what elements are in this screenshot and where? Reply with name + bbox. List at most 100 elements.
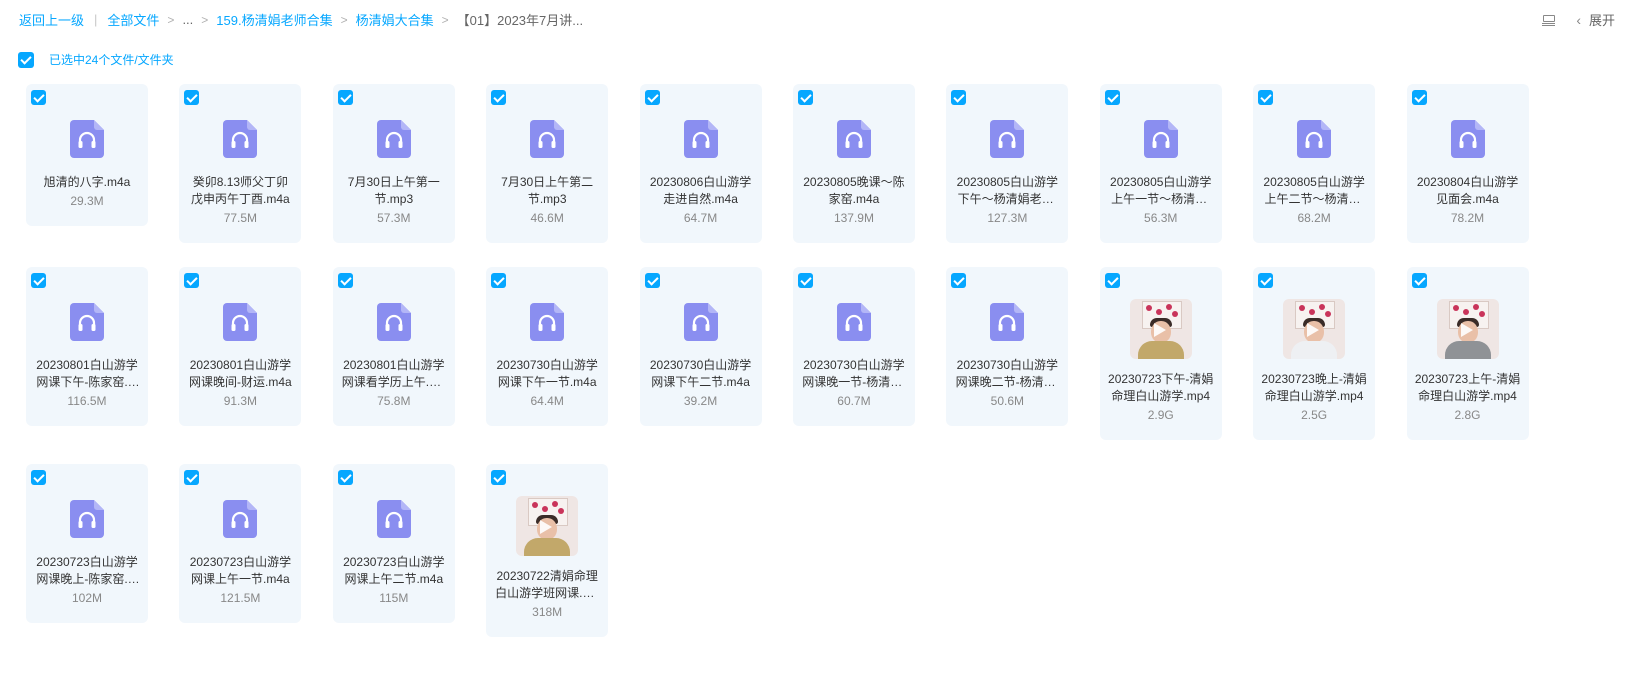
video-thumbnail [1283,299,1346,359]
file-size: 78.2M [1450,211,1485,225]
video-thumbnail [1436,299,1499,359]
video-thumbnail [516,496,579,556]
file-checkbox[interactable] [1411,273,1427,288]
file-card[interactable]: 20230723下午-清娟命理白山游学.mp4 2.9G [1099,267,1222,440]
file-size: 115M [379,591,409,605]
file-checkbox[interactable] [797,273,813,288]
file-checkbox[interactable] [491,90,507,105]
file-checkbox[interactable] [1258,273,1274,288]
file-card[interactable]: 20230723白山游学网课晚上-陈家窑.m4a 102M [26,464,148,623]
expand-button[interactable]: ‹ 展开 [1576,10,1615,29]
file-card[interactable]: 20230805晚课～陈家窑.m4a 137.9M [792,84,915,243]
file-size: 77.5M [223,211,258,225]
list-view-icon[interactable] [1542,14,1556,26]
file-name: 20230723下午-清娟命理白山游学.mp4 [1108,372,1214,403]
file-size: 2.8G [1454,408,1481,422]
file-card[interactable]: 20230730白山游学网课下午二节.m4a 39.2M [639,267,762,426]
breadcrumb-level2[interactable]: 杨清娟大合集 [356,10,434,29]
file-card[interactable]: 20230801白山游学网课看学历上午.m4a 75.8M [332,267,455,426]
file-card[interactable]: 7月30日上午第二节.mp3 46.6M [486,84,609,243]
file-size: 50.6M [990,394,1025,408]
file-checkbox[interactable] [31,90,46,105]
file-card[interactable]: 20230730白山游学网课晚二节-杨清娟.m4a 50.6M [946,267,1069,426]
file-checkbox[interactable] [1104,90,1120,105]
file-checkbox[interactable] [951,90,967,105]
file-checkbox[interactable] [184,470,200,485]
file-size: 318M [532,605,563,619]
file-checkbox[interactable] [184,273,200,288]
audio-file-icon [530,120,565,158]
back-link[interactable]: 返回上一级 [19,10,84,29]
file-checkbox[interactable] [1258,90,1274,105]
file-checkbox[interactable] [337,90,353,105]
file-checkbox[interactable] [491,273,507,288]
file-card[interactable]: 20230804白山游学见面会.m4a 78.2M [1406,84,1529,243]
file-name: 癸卯8.13师父丁卯戊申丙午丁酉.m4a [191,175,290,206]
file-name: 20230722清娟命理白山游学班网课.mp4 [495,569,600,600]
top-bar: 返回上一级 | 全部文件 > ... > 159.杨清娟老师合集 > 杨清娟大合… [0,0,1635,36]
file-name: 旭清的八字.m4a [43,175,131,189]
audio-file-icon [376,120,411,158]
audio-file-icon [223,120,258,158]
breadcrumb-level1[interactable]: 159.杨清娟老师合集 [216,10,332,29]
audio-file-icon [836,120,871,158]
file-card[interactable]: 20230723白山游学网课上午二节.m4a 115M [332,464,455,623]
file-name: 20230723白山游学网课上午二节.m4a [343,555,445,586]
file-name: 20230730白山游学网课下午二节.m4a [649,358,752,389]
file-card[interactable]: 20230801白山游学网课晚间-财运.m4a 91.3M [179,267,302,426]
audio-file-icon [70,303,104,341]
file-size: 127.3M [987,211,1028,225]
file-checkbox[interactable] [31,470,46,485]
file-card[interactable]: 20230723上午-清娟命理白山游学.mp4 2.8G [1406,267,1529,440]
file-card[interactable]: 20230806白山游学走进自然.m4a 64.7M [639,84,762,243]
file-card[interactable]: 20230730白山游学网课晚一节-杨清娟.m4a 60.7M [792,267,915,426]
file-grid: 旭清的八字.m4a 29.3M 癸卯8.13师父丁卯戊申丙午丁酉.m4a 77.5M 7… [26,84,1529,637]
file-checkbox[interactable] [1104,273,1120,288]
file-card[interactable]: 20230730白山游学网课下午一节.m4a 64.4M [486,267,609,426]
file-name: 20230801白山游学网课看学历上午.m4a [341,358,446,389]
file-size: 46.6M [530,211,564,225]
chevron-right-icon: > [441,12,449,27]
file-card[interactable]: 7月30日上午第一节.mp3 57.3M [332,84,455,243]
file-card[interactable]: 20230801白山游学网课下午-陈家窑.m4a 116.5M [26,267,148,426]
audio-file-icon [376,500,411,538]
breadcrumb-all-files[interactable]: 全部文件 [107,10,159,29]
file-name: 20230730白山游学网课晚二节-杨清娟.m4a [955,358,1060,389]
file-card[interactable]: 20230805白山游学上午二节～杨清娟.m4a 68.2M [1253,84,1376,243]
audio-file-icon [70,120,104,158]
audio-file-icon [530,303,565,341]
file-name: 20230805晚课～陈家窑.m4a [803,175,905,206]
file-checkbox[interactable] [184,90,200,105]
file-card[interactable]: 20230723晚上-清娟命理白山游学.mp4 2.5G [1253,267,1376,440]
file-card[interactable]: 20230723白山游学网课上午一节.m4a 121.5M [179,464,302,623]
file-size: 75.8M [377,394,411,408]
file-size: 102M [71,591,103,605]
file-checkbox[interactable] [1411,90,1427,105]
file-card[interactable]: 20230722清娟命理白山游学班网课.mp4 318M [486,464,609,637]
file-checkbox[interactable] [337,470,353,485]
file-checkbox[interactable] [337,273,353,288]
select-all-checkbox[interactable] [18,51,34,68]
file-card[interactable]: 20230805白山游学上午一节～杨清娟.m4a 56.3M [1099,84,1222,243]
file-checkbox[interactable] [644,90,660,105]
file-card[interactable]: 癸卯8.13师父丁卯戊申丙午丁酉.m4a 77.5M [179,84,302,243]
file-size: 68.2M [1297,211,1331,225]
file-size: 56.3M [1144,211,1178,225]
file-checkbox[interactable] [644,273,660,288]
file-name: 7月30日上午第一节.mp3 [347,175,440,206]
file-checkbox[interactable] [31,273,46,288]
breadcrumb-divider: | [94,12,98,27]
file-card[interactable]: 20230805白山游学下午～杨清娟老师.m4a 127.3M [946,84,1069,243]
breadcrumb: 返回上一级 | 全部文件 > ... > 159.杨清娟老师合集 > 杨清娟大合… [19,10,583,29]
file-checkbox[interactable] [951,273,967,288]
file-checkbox[interactable] [491,470,507,485]
file-size: 137.9M [833,211,874,225]
breadcrumb-ellipsis[interactable]: ... [182,12,193,27]
file-name: 20230723晚上-清娟命理白山游学.mp4 [1261,372,1367,403]
file-card[interactable]: 旭清的八字.m4a 29.3M [26,84,148,226]
file-size: 60.7M [837,394,871,408]
file-size: 57.3M [377,211,411,225]
select-all-row: 已选中24个文件/文件夹 [18,51,174,68]
file-checkbox[interactable] [797,90,813,105]
file-name: 20230730白山游学网课下午一节.m4a [496,358,598,389]
